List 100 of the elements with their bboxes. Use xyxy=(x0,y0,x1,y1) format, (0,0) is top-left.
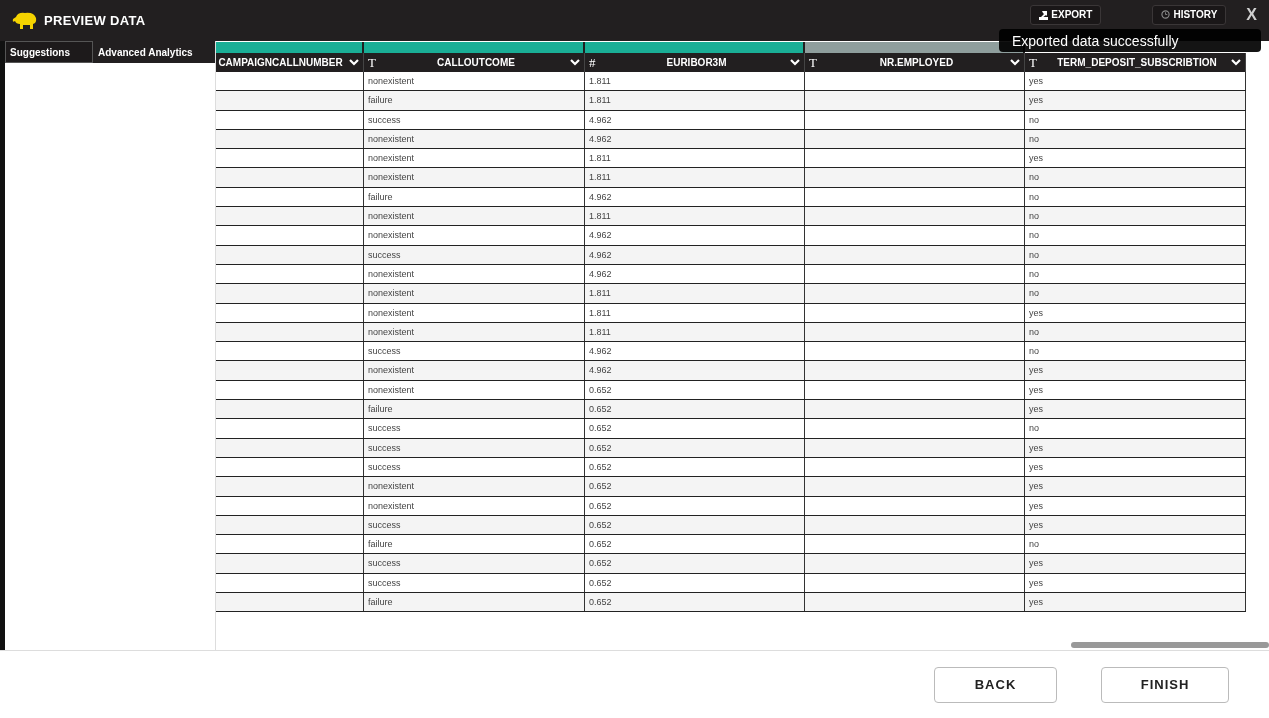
table-cell: yes xyxy=(1025,496,1246,515)
table-cell: success xyxy=(364,573,585,592)
table-cell: no xyxy=(1025,535,1246,554)
table-cell: nonexistent xyxy=(364,226,585,245)
table-cell: nonexistent xyxy=(364,72,585,91)
table-cell: failure xyxy=(364,187,585,207)
table-cell: nonexistent xyxy=(364,496,585,515)
table-cell: nonexistent xyxy=(364,284,585,303)
chevron-down-icon[interactable] xyxy=(1010,59,1020,66)
table-cell: yes xyxy=(1025,457,1246,477)
table-cell: 0.652 xyxy=(585,457,805,477)
table-cell: success xyxy=(364,419,585,438)
table-cell: success xyxy=(364,438,585,457)
chevron-down-icon[interactable] xyxy=(790,59,800,66)
table-cell: no xyxy=(1025,284,1246,303)
table-cell: 0.652 xyxy=(585,535,805,554)
table-cell: nonexistent xyxy=(364,264,585,284)
table-cell: 4.962 xyxy=(585,264,805,284)
table-cell: 0.652 xyxy=(585,477,805,496)
table-cell: no xyxy=(1025,245,1246,264)
toast-notification: Exported data successfully xyxy=(999,29,1261,52)
table-cell: no xyxy=(1025,129,1246,149)
table-cell: nonexistent xyxy=(364,380,585,400)
export-button[interactable]: EXPORT xyxy=(1030,4,1102,25)
scrollbar[interactable] xyxy=(1071,642,1269,648)
table-cell: no xyxy=(1025,207,1246,226)
table-cell: 1.811 xyxy=(585,207,805,226)
column-header[interactable]: CALLOUTCOME xyxy=(382,57,570,68)
history-button[interactable]: HISTORY xyxy=(1152,4,1227,25)
table-cell: 4.962 xyxy=(585,129,805,149)
back-button[interactable]: BACK xyxy=(934,666,1057,703)
tab[interactable]: Suggestions xyxy=(5,41,93,63)
table-cell: yes xyxy=(1025,72,1246,91)
table-cell: yes xyxy=(1025,303,1246,322)
table-cell: 0.652 xyxy=(585,380,805,400)
chevron-down-icon[interactable] xyxy=(349,59,359,66)
table-cell: yes xyxy=(1025,149,1246,168)
type-icon: # xyxy=(589,54,603,71)
table-cell: success xyxy=(364,457,585,477)
column-header[interactable]: EURIBOR3M xyxy=(603,57,790,68)
table-cell: success xyxy=(364,110,585,129)
table-cell: 1.811 xyxy=(585,303,805,322)
table-cell: no xyxy=(1025,342,1246,361)
table-cell: 1.811 xyxy=(585,72,805,91)
table-cell: yes xyxy=(1025,400,1246,419)
table-cell: 1.811 xyxy=(585,149,805,168)
table-cell: nonexistent xyxy=(364,168,585,187)
elephant-logo-icon xyxy=(12,10,38,31)
table-cell: nonexistent xyxy=(364,129,585,149)
table-cell: yes xyxy=(1025,573,1246,592)
table-cell: no xyxy=(1025,226,1246,245)
table-cell: nonexistent xyxy=(364,322,585,342)
export-icon xyxy=(1039,9,1049,20)
table-cell: nonexistent xyxy=(364,303,585,322)
table-cell: 0.652 xyxy=(585,438,805,457)
column-header[interactable]: NR.EMPLOYED xyxy=(823,57,1010,68)
table-cell: yes xyxy=(1025,361,1246,380)
clock-icon xyxy=(1161,10,1171,19)
table-cell: 0.652 xyxy=(585,554,805,573)
table-cell: nonexistent xyxy=(364,149,585,168)
table-cell: no xyxy=(1025,322,1246,342)
table-cell: yes xyxy=(1025,477,1246,496)
type-icon: T xyxy=(368,54,382,71)
table-cell: no xyxy=(1025,419,1246,438)
column-header[interactable]: TERM_DEPOSIT_SUBSCRIBTION xyxy=(1043,57,1231,68)
table-cell: failure xyxy=(364,535,585,554)
table-cell: yes xyxy=(1025,91,1246,110)
table-cell: success xyxy=(364,245,585,264)
type-icon: T xyxy=(809,54,823,71)
table-cell: 0.652 xyxy=(585,573,805,592)
table-cell: 1.811 xyxy=(585,322,805,342)
close-button[interactable]: X xyxy=(1246,5,1257,24)
table-cell: 0.652 xyxy=(585,400,805,419)
table-cell: failure xyxy=(364,593,585,612)
table-cell: 1.811 xyxy=(585,284,805,303)
table-cell: failure xyxy=(364,91,585,110)
table-cell: success xyxy=(364,515,585,535)
table-cell: 1.811 xyxy=(585,168,805,187)
type-icon: T xyxy=(1029,54,1043,71)
finish-button[interactable]: FINISH xyxy=(1101,666,1229,703)
column-header[interactable]: CAMPAIGNCALLNUMBER xyxy=(216,57,349,68)
table-cell: no xyxy=(1025,187,1246,207)
table-cell: 4.962 xyxy=(585,342,805,361)
window-title: PREVIEW DATA xyxy=(44,13,146,28)
table-cell: 0.652 xyxy=(585,515,805,535)
table-cell: nonexistent xyxy=(364,361,585,380)
chevron-down-icon[interactable] xyxy=(1231,59,1241,66)
table-cell: 4.962 xyxy=(585,187,805,207)
table-cell: yes xyxy=(1025,593,1246,612)
table-cell: 4.962 xyxy=(585,245,805,264)
table-cell: no xyxy=(1025,264,1246,284)
table-cell: 0.652 xyxy=(585,419,805,438)
table-cell: 4.962 xyxy=(585,361,805,380)
table-cell: 4.962 xyxy=(585,226,805,245)
table-cell: yes xyxy=(1025,438,1246,457)
table-cell: 1.811 xyxy=(585,91,805,110)
chevron-down-icon[interactable] xyxy=(570,59,580,66)
table-cell: 0.652 xyxy=(585,593,805,612)
table-cell: no xyxy=(1025,110,1246,129)
table-cell: nonexistent xyxy=(364,477,585,496)
